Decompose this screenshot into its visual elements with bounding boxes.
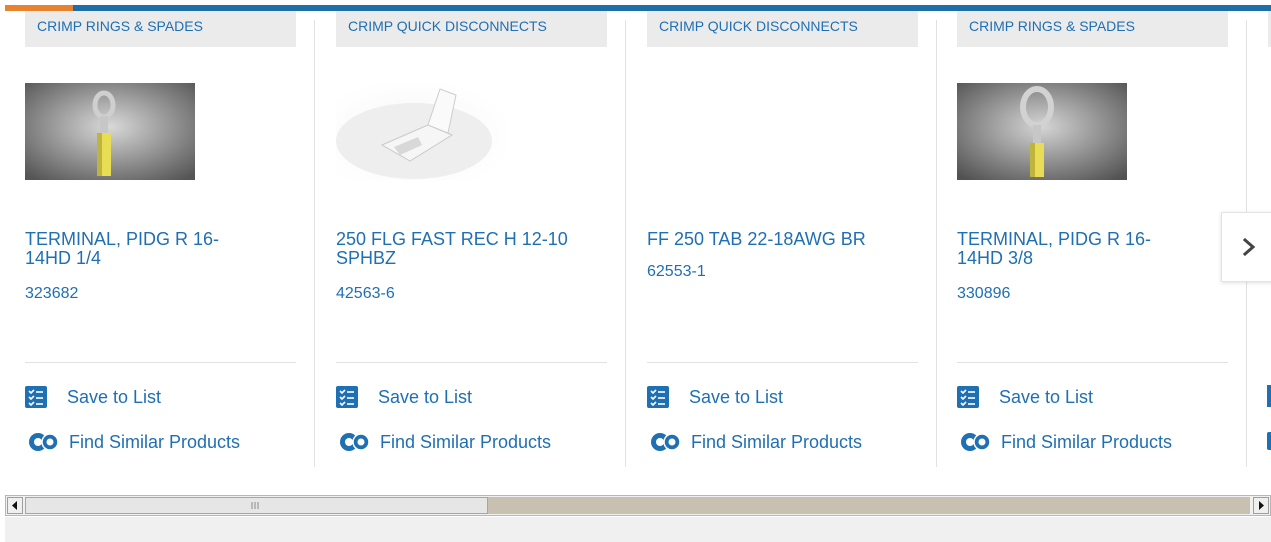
card-separator [957, 362, 1228, 363]
product-image[interactable] [336, 83, 506, 180]
product-image[interactable] [25, 83, 195, 180]
card-separator [647, 362, 918, 363]
triangle-left-icon [12, 501, 17, 510]
card-divider [314, 20, 315, 467]
save-to-list-label: Save to List [67, 386, 162, 407]
grip-icon [251, 502, 259, 509]
category-tag[interactable]: CRIMP RINGS & SPADES [25, 11, 296, 47]
product-image-placeholder [647, 83, 817, 180]
save-to-list-label: Save to List [689, 386, 784, 407]
part-number-link[interactable]: 42563-6 [336, 285, 395, 303]
category-tag[interactable]: CRIMP RINGS & SPADES [957, 11, 1228, 47]
card-separator [25, 362, 296, 363]
save-to-list-button[interactable]: Save to List [957, 385, 1093, 409]
product-title-link[interactable]: FF 250 TAB 22-18AWG BR [647, 230, 887, 249]
gears-icon [651, 433, 681, 451]
find-similar-label: Find Similar Products [380, 431, 552, 452]
category-tag[interactable]: CRIMP QUICK DISCONNECTS [647, 11, 918, 47]
category-tag[interactable]: CRIMP QUICK DISCONNECTS [336, 11, 607, 47]
product-card: CRIMP QUICK DISCONNECTS FF 250 TAB 22-18… [627, 11, 937, 467]
horizontal-scrollbar[interactable] [5, 495, 1271, 516]
footer-band [5, 517, 1271, 542]
part-number-link[interactable]: 330896 [957, 285, 1010, 303]
save-to-list-button[interactable]: Save to List [647, 385, 783, 409]
list-check-icon [336, 386, 358, 408]
triangle-right-icon [1259, 501, 1264, 510]
product-card: CRIMP RINGS & SPADES TERMINAL, PIDG R 16… [937, 11, 1247, 467]
find-similar-label: Find Similar Products [1001, 431, 1173, 452]
find-similar-button[interactable]: Find Similar Products [336, 430, 551, 454]
scroll-right-button[interactable] [1253, 497, 1269, 514]
save-to-list-label: Save to List [999, 386, 1094, 407]
find-similar-button[interactable]: Find Similar Products [647, 430, 862, 454]
chevron-right-icon [1242, 237, 1256, 257]
product-title-link[interactable]: TERMINAL, PIDG R 16-14HD 1/4 [25, 230, 265, 268]
gears-icon [340, 433, 370, 451]
part-number-link[interactable]: 62553-1 [647, 263, 706, 281]
card-divider [625, 20, 626, 467]
save-to-list-label: Save to List [378, 386, 473, 407]
product-image[interactable] [957, 83, 1127, 180]
card-separator [336, 362, 607, 363]
product-title-link[interactable]: 250 FLG FAST REC H 12-10 SPHBZ [336, 230, 576, 268]
next-card-save-icon-edge [1267, 385, 1271, 407]
product-card: CRIMP QUICK DISCONNECTS 250 FLG FAST REC… [316, 11, 626, 467]
list-check-icon [647, 386, 669, 408]
find-similar-label: Find Similar Products [691, 431, 863, 452]
product-title-link[interactable]: TERMINAL, PIDG R 16-14HD 3/8 [957, 230, 1197, 268]
next-card-find-icon-edge [1267, 432, 1271, 450]
save-to-list-button[interactable]: Save to List [336, 385, 472, 409]
gears-icon [961, 433, 991, 451]
find-similar-button[interactable]: Find Similar Products [25, 430, 240, 454]
product-card: CRIMP RINGS & SPADES TERMINAL, PIDG R 16… [5, 11, 315, 467]
list-check-icon [957, 386, 979, 408]
gears-icon [29, 433, 59, 451]
scroll-left-button[interactable] [7, 497, 23, 514]
find-similar-label: Find Similar Products [69, 431, 241, 452]
carousel-next-button[interactable] [1221, 212, 1271, 282]
list-check-icon [25, 386, 47, 408]
scrollbar-thumb[interactable] [25, 497, 488, 514]
part-number-link[interactable]: 323682 [25, 285, 78, 303]
save-to-list-button[interactable]: Save to List [25, 385, 161, 409]
find-similar-button[interactable]: Find Similar Products [957, 430, 1172, 454]
scrollbar-track[interactable] [488, 497, 1250, 514]
